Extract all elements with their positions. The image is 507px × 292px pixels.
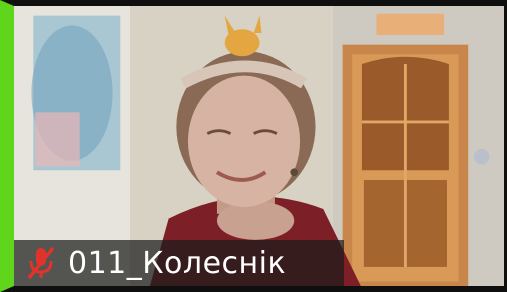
participant-name-bar: 011_Колеснік (14, 240, 344, 286)
participant-name: 011_Колеснік (68, 245, 287, 281)
mic-muted-icon (27, 246, 55, 280)
participant-video-tile[interactable]: 011_Колеснік (0, 0, 507, 292)
